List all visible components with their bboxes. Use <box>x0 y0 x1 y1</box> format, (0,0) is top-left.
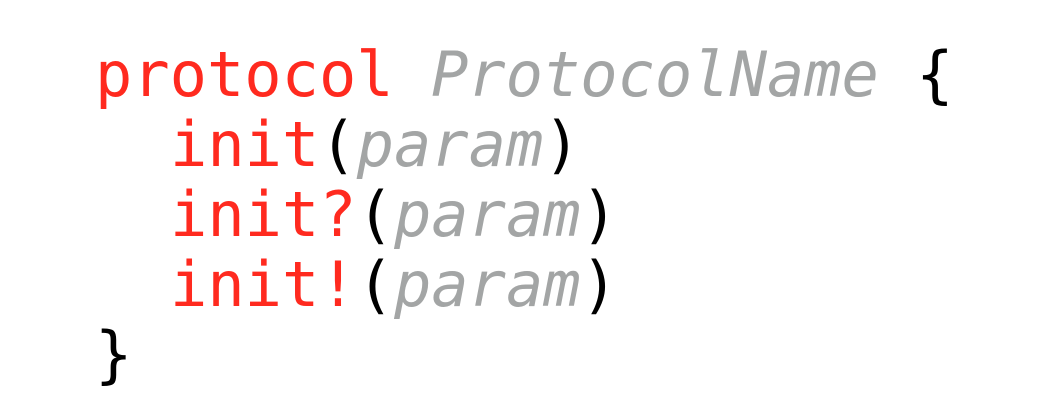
close-paren: ) <box>543 108 581 181</box>
code-line-init: init(param) <box>95 110 954 180</box>
protocol-keyword: protocol <box>95 38 394 111</box>
open-paren: ( <box>319 108 357 181</box>
protocol-name-placeholder: ProtocolName <box>430 38 879 111</box>
open-paren: ( <box>356 178 394 251</box>
param-placeholder: param <box>393 178 581 251</box>
close-paren: ) <box>580 178 618 251</box>
close-paren: ) <box>580 248 618 321</box>
open-paren: ( <box>356 248 394 321</box>
close-brace: } <box>95 318 133 391</box>
code-line-implicitly-unwrapped-init: init!(param) <box>95 250 954 320</box>
code-snippet: protocol ProtocolName {init(param) init?(… <box>95 40 954 390</box>
code-line-closing-brace: } <box>95 320 954 390</box>
param-placeholder: param <box>393 248 581 321</box>
code-line-failable-init: init?(param) <box>95 180 954 250</box>
implicitly-unwrapped-init-keyword: init! <box>170 248 357 321</box>
init-keyword: init <box>170 108 320 181</box>
code-line-protocol-declaration: protocol ProtocolName { <box>95 40 954 110</box>
failable-init-keyword: init? <box>170 178 357 251</box>
param-placeholder: param <box>356 108 544 181</box>
open-brace: { <box>916 38 954 111</box>
